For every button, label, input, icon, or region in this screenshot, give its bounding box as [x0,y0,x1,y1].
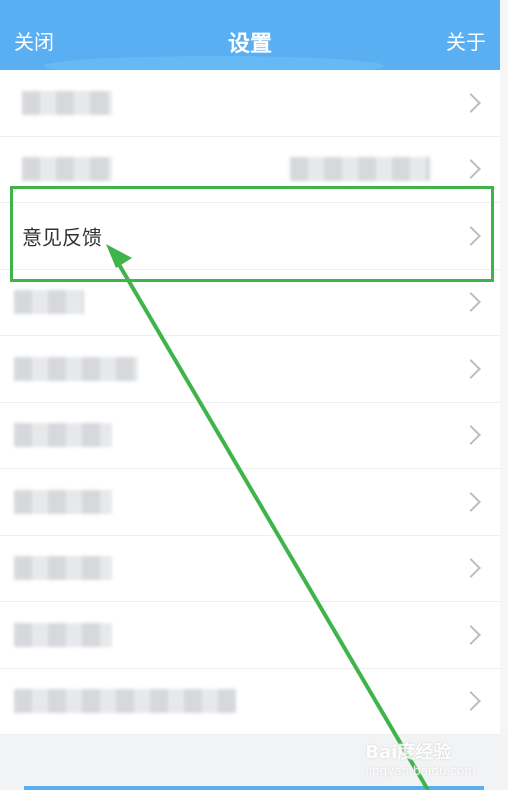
feedback-label: 意见反馈 [22,225,102,250]
bottom-accent-line [24,786,484,790]
settings-row[interactable] [0,469,500,536]
chevron-right-icon [461,558,481,579]
blurred-label [14,356,138,381]
blurred-label [22,157,112,182]
watermark-brand: Bai度经验 [365,742,452,763]
blurred-label [14,556,112,581]
blurred-label [14,290,84,315]
chevron-right-icon [461,159,481,180]
blurred-label [14,489,112,514]
settings-row-feedback[interactable]: 意见反馈 [0,203,500,270]
chevron-right-icon [461,225,481,246]
settings-row[interactable] [0,70,500,137]
chevron-right-icon [461,691,481,712]
settings-row[interactable] [0,403,500,469]
watermark-url: jingyan.baidu.com [365,764,476,778]
blurred-label [22,90,112,115]
blurred-label [14,423,112,448]
settings-row[interactable] [0,602,500,669]
chevron-right-icon [461,92,481,113]
settings-row[interactable] [0,137,500,203]
settings-row[interactable] [0,270,500,336]
settings-list: 意见反馈 [0,70,500,735]
chevron-right-icon [461,292,481,313]
chevron-right-icon [461,425,481,446]
chevron-right-icon [461,491,481,512]
blurred-label [14,622,112,647]
settings-row[interactable] [0,669,500,735]
blurred-label [14,689,236,714]
blurred-value [290,157,430,182]
chevron-right-icon [461,624,481,645]
settings-row[interactable] [0,336,500,403]
chevron-right-icon [461,358,481,379]
watermark: Bai度经验 jingyan.baidu.com [365,738,476,778]
settings-row[interactable] [0,536,500,602]
about-button[interactable]: 关于 [446,26,486,55]
page-title: 设置 [227,32,272,57]
